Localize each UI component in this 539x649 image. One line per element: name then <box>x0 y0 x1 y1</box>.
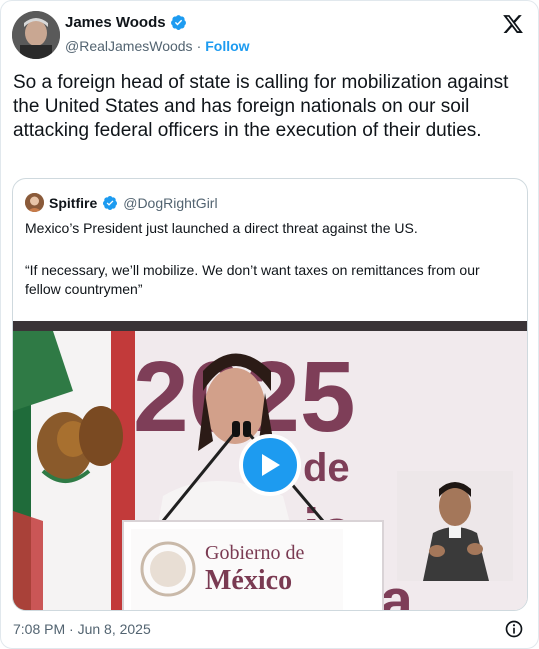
play-icon <box>262 454 280 476</box>
backdrop-word-1: de <box>303 446 350 490</box>
podium-line-1: Gobierno de <box>205 542 305 564</box>
author-name-row: James Woods <box>65 14 187 31</box>
tweet-card: James Woods @RealJamesWoods · Follow So … <box>0 0 539 649</box>
quote-text-line1: Mexico’s President just launched a direc… <box>25 220 418 236</box>
author-avatar[interactable] <box>12 11 60 59</box>
author-name[interactable]: James Woods <box>65 14 166 31</box>
podium-line-2: México <box>205 565 292 596</box>
verified-badge-icon <box>170 15 186 30</box>
verified-badge-icon <box>103 195 118 210</box>
quote-avatar <box>25 193 44 212</box>
tweet-timestamp[interactable]: 7:08 PM · Jun 8, 2025 <box>13 621 151 637</box>
quote-header: Spitfire @DogRightGirl <box>25 193 218 212</box>
video-thumbnail[interactable]: 2025 de ie na Gobierno <box>13 321 527 610</box>
quote-author-handle: @DogRightGirl <box>123 194 218 211</box>
quoted-tweet[interactable]: Spitfire @DogRightGirl Mexico’s Presiden… <box>12 178 528 611</box>
play-button[interactable] <box>239 434 301 496</box>
x-logo-icon[interactable] <box>502 13 524 35</box>
follow-button[interactable]: Follow <box>205 38 249 54</box>
separator-dot: · <box>196 38 202 54</box>
handle-row: @RealJamesWoods · Follow <box>65 38 250 54</box>
tweet-text: So a foreign head of state is calling fo… <box>13 72 509 141</box>
author-handle[interactable]: @RealJamesWoods <box>65 38 193 54</box>
quote-author-name: Spitfire <box>49 194 98 211</box>
quote-text-line2: “If necessary, we’ll mobilize. We don’t … <box>25 262 480 297</box>
info-icon[interactable] <box>504 619 524 639</box>
